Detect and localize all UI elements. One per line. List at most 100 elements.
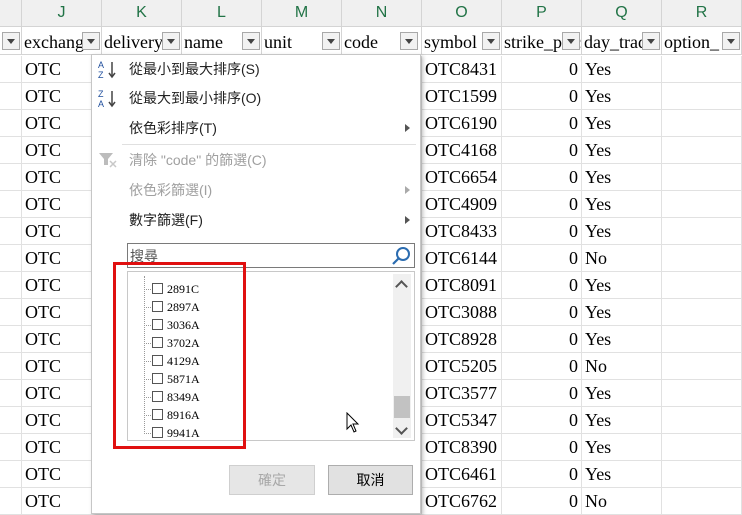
cell-symbol[interactable]: OTC8431 — [422, 56, 502, 83]
cell-symbol[interactable]: OTC6190 — [422, 110, 502, 137]
cell-strike-price[interactable]: 0 — [502, 380, 582, 407]
cell-day-trade[interactable]: Yes — [582, 299, 662, 326]
table-cell[interactable] — [0, 56, 22, 83]
table-cell[interactable] — [0, 164, 22, 191]
cell-symbol[interactable]: OTC1599 — [422, 83, 502, 110]
table-cell[interactable] — [662, 137, 742, 164]
header-cell-exchange[interactable]: exchange — [22, 27, 102, 55]
cancel-button[interactable]: 取消 — [328, 465, 413, 495]
cell-symbol[interactable]: OTC4168 — [422, 137, 502, 164]
cell-day-trade[interactable]: Yes — [582, 434, 662, 461]
table-cell[interactable] — [662, 164, 742, 191]
menu-item-sort-by-color[interactable]: 依色彩排序(T) — [92, 114, 420, 142]
table-cell[interactable] — [662, 380, 742, 407]
table-cell[interactable] — [662, 353, 742, 380]
filter-dropdown-button[interactable] — [242, 32, 260, 50]
cell-strike-price[interactable]: 0 — [502, 488, 582, 515]
table-cell[interactable] — [662, 83, 742, 110]
table-cell[interactable] — [662, 110, 742, 137]
table-cell[interactable] — [662, 272, 742, 299]
cell-strike-price[interactable]: 0 — [502, 110, 582, 137]
cell-strike-price[interactable]: 0 — [502, 218, 582, 245]
cell-day-trade[interactable]: Yes — [582, 137, 662, 164]
cell-day-trade[interactable]: Yes — [582, 110, 662, 137]
table-cell[interactable] — [0, 272, 22, 299]
table-cell[interactable] — [662, 299, 742, 326]
table-cell[interactable] — [0, 407, 22, 434]
cell-day-trade[interactable]: Yes — [582, 83, 662, 110]
table-cell[interactable] — [662, 407, 742, 434]
column-letter-r[interactable]: R — [662, 0, 742, 26]
table-cell[interactable] — [662, 218, 742, 245]
column-letter-j[interactable]: J — [22, 0, 102, 26]
cell-strike-price[interactable]: 0 — [502, 461, 582, 488]
table-cell[interactable] — [0, 299, 22, 326]
cell-exchange[interactable]: OTC — [22, 191, 102, 218]
cell-strike-price[interactable]: 0 — [502, 191, 582, 218]
cell-exchange[interactable]: OTC — [22, 56, 102, 83]
table-cell[interactable] — [0, 434, 22, 461]
filter-dropdown-button[interactable] — [82, 32, 100, 50]
cell-day-trade[interactable]: Yes — [582, 164, 662, 191]
header-cell-code[interactable]: code — [342, 27, 422, 55]
table-cell[interactable] — [662, 434, 742, 461]
cell-symbol[interactable]: OTC6762 — [422, 488, 502, 515]
column-letter-o[interactable]: O — [422, 0, 502, 26]
cell-exchange[interactable]: OTC — [22, 83, 102, 110]
column-letter-q[interactable]: Q — [582, 0, 662, 26]
cell-strike-price[interactable]: 0 — [502, 137, 582, 164]
filter-dropdown-button[interactable] — [2, 32, 20, 50]
table-cell[interactable] — [0, 245, 22, 272]
header-cell-partial[interactable] — [0, 27, 22, 55]
cell-strike-price[interactable]: 0 — [502, 272, 582, 299]
table-cell[interactable] — [0, 461, 22, 488]
header-cell-strike-price[interactable]: strike_price — [502, 27, 582, 55]
cell-exchange[interactable]: OTC — [22, 461, 102, 488]
cell-day-trade[interactable]: Yes — [582, 218, 662, 245]
cell-symbol[interactable]: OTC5205 — [422, 353, 502, 380]
table-cell[interactable] — [0, 191, 22, 218]
column-letter-partial[interactable] — [0, 0, 22, 26]
table-cell[interactable] — [662, 191, 742, 218]
header-cell-unit[interactable]: unit — [262, 27, 342, 55]
header-cell-symbol[interactable]: symbol — [422, 27, 502, 55]
cell-exchange[interactable]: OTC — [22, 434, 102, 461]
cell-symbol[interactable]: OTC4909 — [422, 191, 502, 218]
cell-day-trade[interactable]: Yes — [582, 380, 662, 407]
table-cell[interactable] — [0, 218, 22, 245]
scrollbar-thumb[interactable] — [394, 396, 410, 418]
cell-day-trade[interactable]: No — [582, 488, 662, 515]
cell-day-trade[interactable]: Yes — [582, 56, 662, 83]
cell-strike-price[interactable]: 0 — [502, 299, 582, 326]
table-cell[interactable] — [662, 326, 742, 353]
table-cell[interactable] — [0, 353, 22, 380]
header-cell-option[interactable]: option_ — [662, 27, 742, 55]
cell-exchange[interactable]: OTC — [22, 164, 102, 191]
table-cell[interactable] — [662, 461, 742, 488]
cell-strike-price[interactable]: 0 — [502, 245, 582, 272]
cell-strike-price[interactable]: 0 — [502, 434, 582, 461]
scroll-up-icon[interactable] — [395, 280, 408, 293]
cell-strike-price[interactable]: 0 — [502, 353, 582, 380]
cell-symbol[interactable]: OTC6144 — [422, 245, 502, 272]
cell-strike-price[interactable]: 0 — [502, 83, 582, 110]
cell-exchange[interactable]: OTC — [22, 326, 102, 353]
cell-symbol[interactable]: OTC8390 — [422, 434, 502, 461]
table-cell[interactable] — [662, 488, 742, 515]
filter-dropdown-button[interactable] — [642, 32, 660, 50]
cell-exchange[interactable]: OTC — [22, 272, 102, 299]
header-cell-day-trade[interactable]: day_trade — [582, 27, 662, 55]
table-cell[interactable] — [662, 56, 742, 83]
menu-item-sort-descending[interactable]: Z A 從最大到最小排序(O) — [92, 84, 420, 112]
cell-day-trade[interactable]: Yes — [582, 326, 662, 353]
cell-symbol[interactable]: OTC8928 — [422, 326, 502, 353]
header-cell-delivery[interactable]: delivery — [102, 27, 182, 55]
table-cell[interactable] — [0, 83, 22, 110]
cell-exchange[interactable]: OTC — [22, 353, 102, 380]
header-cell-name[interactable]: name — [182, 27, 262, 55]
cell-symbol[interactable]: OTC6461 — [422, 461, 502, 488]
search-icon[interactable] — [391, 246, 411, 266]
ok-button[interactable]: 確定 — [229, 465, 315, 495]
column-letter-k[interactable]: K — [102, 0, 182, 26]
table-cell[interactable] — [0, 488, 22, 515]
